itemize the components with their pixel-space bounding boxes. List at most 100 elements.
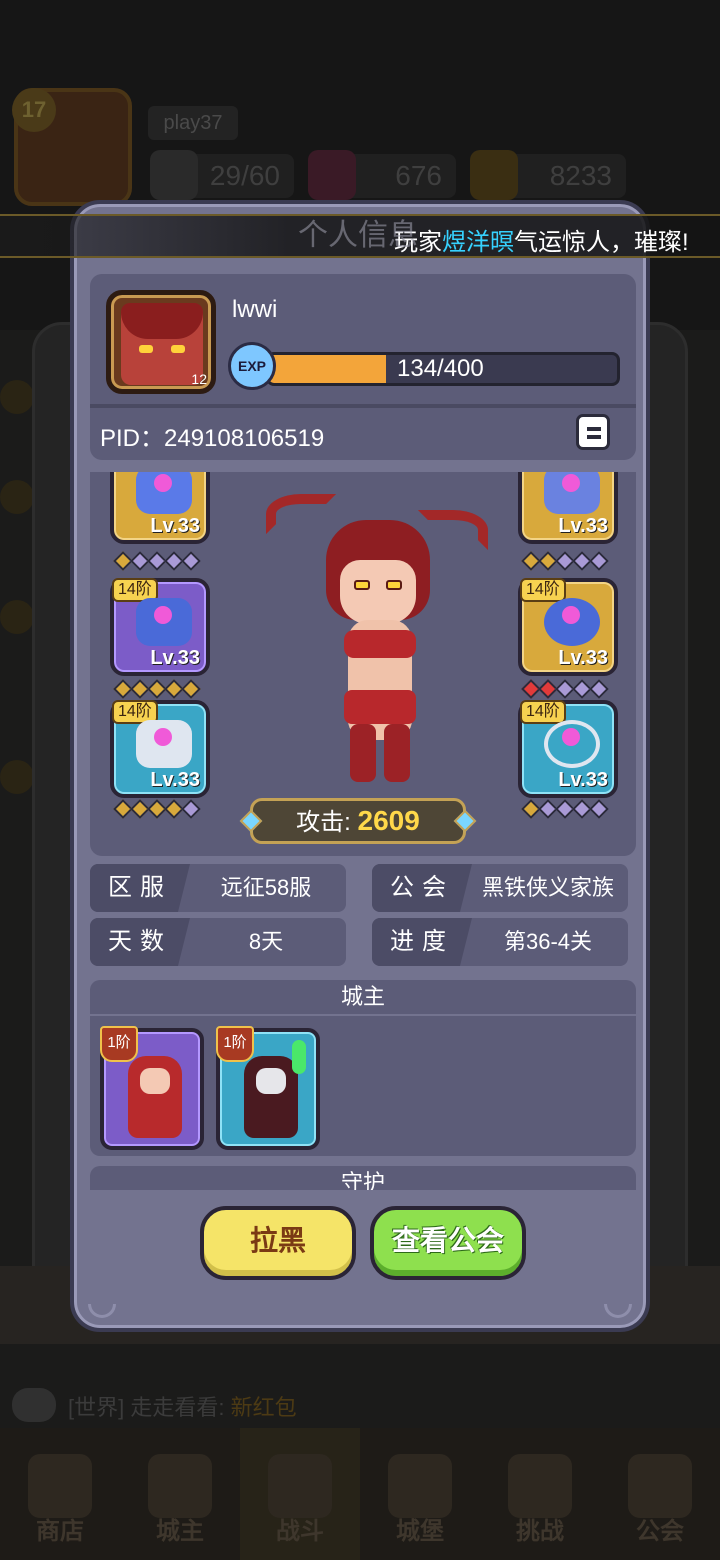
marquee-player-name: 煜洋暝: [442, 229, 514, 256]
hero-boot: [384, 724, 410, 782]
info-value: 第36-4关: [503, 929, 593, 954]
corner-ornament: [88, 1304, 116, 1318]
equip-level: Lv.33: [150, 769, 200, 791]
background-gems: 676: [308, 150, 456, 200]
info-value: 黑铁侠义家族: [481, 875, 614, 900]
nav-label: 公会: [636, 1518, 684, 1545]
section-title-guard: 守护: [90, 1166, 636, 1190]
attack-label: 攻击:: [296, 809, 351, 836]
dialog-title: 个人信息: [298, 219, 418, 252]
background-level-badge: 17: [12, 88, 56, 132]
corner-ornament: [604, 1304, 632, 1318]
gem-icon: [308, 150, 356, 200]
hero-character-portrait: [252, 480, 498, 790]
demon-icon: [508, 1454, 572, 1518]
section-title-lord: 城主: [90, 980, 636, 1014]
player-info-dialog: 12 lwwi 134/400 EXP PID：249108106519 Lv.…: [70, 200, 650, 1332]
hero-face: [340, 560, 416, 624]
info-value: 远征58服: [220, 875, 312, 900]
bottom-nav: 商店 城主 战斗 城堡 挑战 公会: [0, 1428, 720, 1560]
lightning-icon: [150, 150, 198, 200]
avatar-eye: [139, 345, 153, 353]
lord-hero-card[interactable]: 1阶: [100, 1026, 204, 1150]
background-energy-value: 29/60: [209, 160, 280, 191]
gem-orb: [562, 728, 580, 746]
info-key: 公会: [372, 864, 472, 912]
equip-tier-badge: 14阶: [520, 700, 566, 724]
equip-slot-helmet[interactable]: Lv.33: [110, 472, 210, 544]
equip-star-rating: [521, 551, 614, 571]
equip-star-rating: [113, 799, 206, 819]
equip-level: Lv.33: [558, 515, 608, 537]
player-name: lwwi: [232, 296, 278, 323]
avatar-level: 12: [191, 371, 207, 387]
gem-orb: [154, 474, 172, 492]
castle-icon: [388, 1454, 452, 1518]
exp-progress-bar: 134/400: [266, 352, 620, 386]
info-value: 8天: [248, 929, 284, 954]
nav-label: 挑战: [516, 1518, 564, 1545]
chat-text: [世界] 走走看看:: [68, 1395, 225, 1420]
background-gold-value: 8233: [549, 160, 612, 191]
swords-icon: [268, 1454, 332, 1518]
hero-horn: [418, 510, 488, 550]
hero-eye: [354, 580, 370, 590]
copy-pid-button[interactable]: [576, 414, 610, 450]
hero-boot: [350, 724, 376, 782]
gem-orb: [154, 728, 172, 746]
nav-label: 战斗: [276, 1518, 324, 1545]
equip-slot-armor[interactable]: 14阶 Lv.33: [110, 578, 210, 676]
hero-eye: [386, 580, 402, 590]
exp-fill: [269, 355, 386, 383]
exp-star-icon: EXP: [228, 342, 276, 390]
exp-text: 134/400: [397, 355, 484, 382]
green-flame-icon: [292, 1040, 306, 1074]
background-chat-message: [世界] 走走看看: 新红包: [68, 1390, 297, 1422]
nav-battle[interactable]: 战斗: [240, 1428, 360, 1560]
lord-hero-card[interactable]: 1阶: [216, 1026, 320, 1150]
attack-value: 2609: [357, 805, 420, 836]
info-key: 进度: [372, 918, 472, 966]
profile-header-card: 12 lwwi 134/400 EXP PID：249108106519: [90, 274, 636, 460]
hero-tier-badge: 1阶: [100, 1026, 138, 1062]
crown-icon: [148, 1454, 212, 1518]
background-side-icon: [0, 380, 34, 414]
avatar-eye: [171, 345, 185, 353]
equip-level: Lv.33: [558, 769, 608, 791]
equip-slot-necklace[interactable]: 14阶 Lv.33: [518, 700, 618, 798]
equip-level: Lv.33: [558, 647, 608, 669]
chat-highlight: 新红包: [230, 1395, 297, 1420]
block-button[interactable]: 拉黑: [200, 1206, 356, 1280]
info-key: 天数: [90, 918, 190, 966]
lord-heroes-list: 1阶 1阶: [90, 1016, 636, 1156]
nav-label: 商店: [36, 1518, 84, 1545]
equip-tier-badge: 14阶: [520, 578, 566, 602]
background-energy: 29/60: [150, 150, 294, 200]
equip-slot-boots[interactable]: 14阶 Lv.33: [110, 700, 210, 798]
equip-level: Lv.33: [150, 647, 200, 669]
hero-skirt: [344, 690, 416, 724]
info-progress: 进度 第36-4关: [372, 918, 628, 966]
info-server: 区服 远征58服: [90, 864, 346, 912]
equip-star-rating: [521, 679, 614, 699]
background-gems-value: 676: [395, 160, 442, 191]
hero-mini-face: [256, 1068, 286, 1094]
nav-shop[interactable]: 商店: [0, 1428, 120, 1560]
hero-horn: [266, 494, 336, 534]
nav-lord[interactable]: 城主: [120, 1428, 240, 1560]
background-player-name: play37: [148, 106, 238, 140]
nav-label: 城主: [156, 1518, 204, 1545]
player-avatar[interactable]: 12: [106, 290, 216, 394]
equip-slot-ring[interactable]: 14阶 Lv.33: [518, 578, 618, 676]
info-days: 天数 8天: [90, 918, 346, 966]
equip-star-rating: [113, 679, 206, 699]
nav-castle[interactable]: 城堡: [360, 1428, 480, 1560]
nav-challenge[interactable]: 挑战: [480, 1428, 600, 1560]
nav-guild[interactable]: 公会: [600, 1428, 720, 1560]
view-guild-button[interactable]: 查看公会: [370, 1206, 526, 1280]
background-side-icon: [0, 760, 34, 794]
equip-slot-weapon[interactable]: Lv.33: [518, 472, 618, 544]
gem-orb: [154, 606, 172, 624]
coin-icon: [470, 150, 518, 200]
shop-icon: [28, 1454, 92, 1518]
